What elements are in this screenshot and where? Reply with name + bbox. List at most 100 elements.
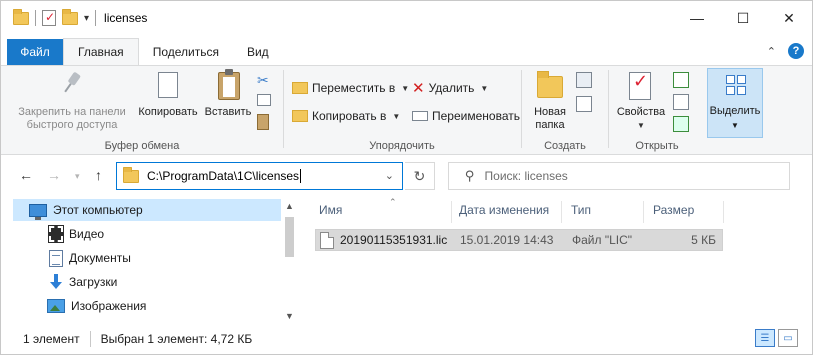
video-icon <box>48 225 64 243</box>
large-icons-view-icon[interactable]: ▭ <box>778 329 798 347</box>
new-folder-label-line2: папка <box>535 119 565 131</box>
paste-button[interactable]: Вставить <box>203 69 253 119</box>
scroll-down-icon[interactable]: ▼ <box>285 311 294 321</box>
properties-button[interactable]: Свойства ▼ <box>613 70 669 132</box>
column-header-size[interactable]: Размер <box>653 203 694 223</box>
monitor-icon <box>29 203 47 220</box>
clipboard-group-label: Буфер обмена <box>104 140 180 152</box>
address-path: C:\ProgramData\1C\licenses <box>147 169 300 183</box>
tab-view[interactable]: Вид <box>233 39 283 65</box>
copy-button[interactable]: Копировать <box>133 70 203 119</box>
properties-icon <box>625 70 657 102</box>
new-folder-quick-icon[interactable] <box>62 8 78 25</box>
new-item-icon[interactable] <box>576 72 592 88</box>
move-to-label: Переместить в <box>312 81 396 95</box>
select-dropdown-icon: ▼ <box>731 121 739 130</box>
forward-button[interactable]: → <box>47 167 61 183</box>
open-icon[interactable] <box>673 72 689 88</box>
move-to-button[interactable]: Переместить в ▼ <box>292 78 409 98</box>
status-bar: 1 элемент Выбран 1 элемент: 4,72 КБ ☰ ▭ <box>1 323 812 354</box>
paste-shortcut-icon[interactable] <box>257 114 269 130</box>
delete-label: Удалить <box>428 81 475 95</box>
folder-icon <box>13 8 29 25</box>
table-row[interactable]: 20190115351931.lic 15.01.2019 14:43 Файл… <box>315 229 723 251</box>
file-size: 5 КБ <box>691 233 716 247</box>
minimize-button[interactable]: — <box>674 1 720 35</box>
address-dropdown-icon[interactable]: ⌄ <box>385 169 394 182</box>
nav-item-this-pc[interactable]: Этот компьютер <box>13 199 281 221</box>
column-header-modified[interactable]: Дата изменения <box>459 203 549 223</box>
nav-item-label: Загрузки <box>69 275 118 289</box>
new-folder-button[interactable]: Новая папка <box>530 70 570 132</box>
file-list: ⌃ Имя Дата изменения Тип Размер 20190115… <box>305 197 805 321</box>
column-divider[interactable] <box>451 201 452 223</box>
nav-item-pictures[interactable]: Изображения <box>47 295 146 317</box>
window-controls: — ☐ ✕ <box>674 1 812 35</box>
select-button[interactable]: Выделить ▼ <box>707 68 763 138</box>
navigation-pane: Этот компьютер Видео Документы Загрузки … <box>1 197 297 321</box>
select-icon <box>726 75 746 95</box>
paste-icon <box>212 69 244 102</box>
pin-icon <box>56 70 88 102</box>
rename-button[interactable]: Переименовать <box>412 106 520 126</box>
clipboard-group: Закрепить на панели быстрого доступа Коп… <box>1 66 283 154</box>
tab-home[interactable]: Главная <box>63 38 139 65</box>
sort-ascending-icon: ⌃ <box>389 197 397 207</box>
tab-file[interactable]: Файл <box>7 39 63 65</box>
new-folder-icon <box>534 70 566 102</box>
search-box[interactable]: ⚲ Поиск: licenses <box>448 162 790 190</box>
up-button[interactable]: ↑ <box>95 167 102 183</box>
easy-access-icon[interactable] <box>576 96 592 112</box>
scroll-up-icon[interactable]: ▲ <box>285 201 294 211</box>
scrollbar-thumb[interactable] <box>285 217 294 257</box>
properties-quick-icon[interactable] <box>42 10 56 26</box>
toolbar-divider <box>95 10 97 26</box>
copy-to-label: Копировать в <box>312 109 387 123</box>
column-header-type[interactable]: Тип <box>571 203 591 223</box>
customize-quick-access-icon[interactable]: ▾ <box>84 13 89 24</box>
column-divider[interactable] <box>561 201 562 223</box>
delete-button[interactable]: ✕ Удалить ▼ <box>412 78 488 98</box>
pin-to-quick-access-button[interactable]: Закрепить на панели быстрого доступа <box>13 70 131 132</box>
text-caret <box>300 169 302 183</box>
copy-to-button[interactable]: Копировать в ▼ <box>292 106 400 126</box>
nav-item-label: Документы <box>69 251 131 265</box>
back-button[interactable]: ← <box>19 167 33 183</box>
maximize-button[interactable]: ☐ <box>720 1 766 35</box>
cut-icon[interactable]: ✂ <box>257 72 273 88</box>
new-folder-label-line1: Новая <box>534 106 566 118</box>
downloads-icon <box>49 274 63 290</box>
details-view-icon[interactable]: ☰ <box>755 329 775 347</box>
organize-group-label: Упорядочить <box>369 140 435 152</box>
file-icon <box>320 232 334 249</box>
refresh-button[interactable]: ↻ <box>405 162 435 190</box>
nav-item-label: Изображения <box>71 299 147 313</box>
close-button[interactable]: ✕ <box>766 1 812 35</box>
file-modified: 15.01.2019 14:43 <box>460 233 554 247</box>
open-group: Свойства ▼ Открыть <box>609 66 705 154</box>
edit-icon[interactable] <box>673 94 689 110</box>
column-divider[interactable] <box>723 201 724 223</box>
collapse-ribbon-icon[interactable]: ⌃ <box>767 45 776 58</box>
copy-to-icon <box>292 110 308 122</box>
address-bar[interactable]: C:\ProgramData\1C\licenses ⌄ <box>116 162 403 190</box>
ribbon-right-controls: ⌃ ? <box>767 43 804 59</box>
organize-group: Переместить в ▼ Копировать в ▼ ✕ Удалить ▼ … <box>284 66 520 154</box>
nav-item-documents[interactable]: Документы <box>49 247 131 269</box>
nav-item-downloads[interactable]: Загрузки <box>49 271 117 293</box>
tab-share[interactable]: Поделиться <box>139 39 233 65</box>
recent-locations-icon[interactable]: ▾ <box>75 171 80 182</box>
view-switcher: ☰ ▭ <box>755 329 798 347</box>
search-icon: ⚲ <box>465 168 475 183</box>
column-header-name[interactable]: ⌃ Имя <box>319 197 397 223</box>
history-icon[interactable] <box>673 116 689 132</box>
nav-pane-scrollbar[interactable]: ▲ ▼ <box>282 199 297 321</box>
copy-path-icon[interactable] <box>257 94 271 106</box>
copy-icon <box>152 70 184 105</box>
column-divider[interactable] <box>643 201 644 223</box>
help-icon[interactable]: ? <box>788 43 804 59</box>
pin-label-line1: Закрепить на панели <box>18 106 126 118</box>
nav-item-video[interactable]: Видео <box>48 223 104 245</box>
documents-icon <box>49 249 63 267</box>
create-group: Новая папка Создать <box>522 66 608 154</box>
